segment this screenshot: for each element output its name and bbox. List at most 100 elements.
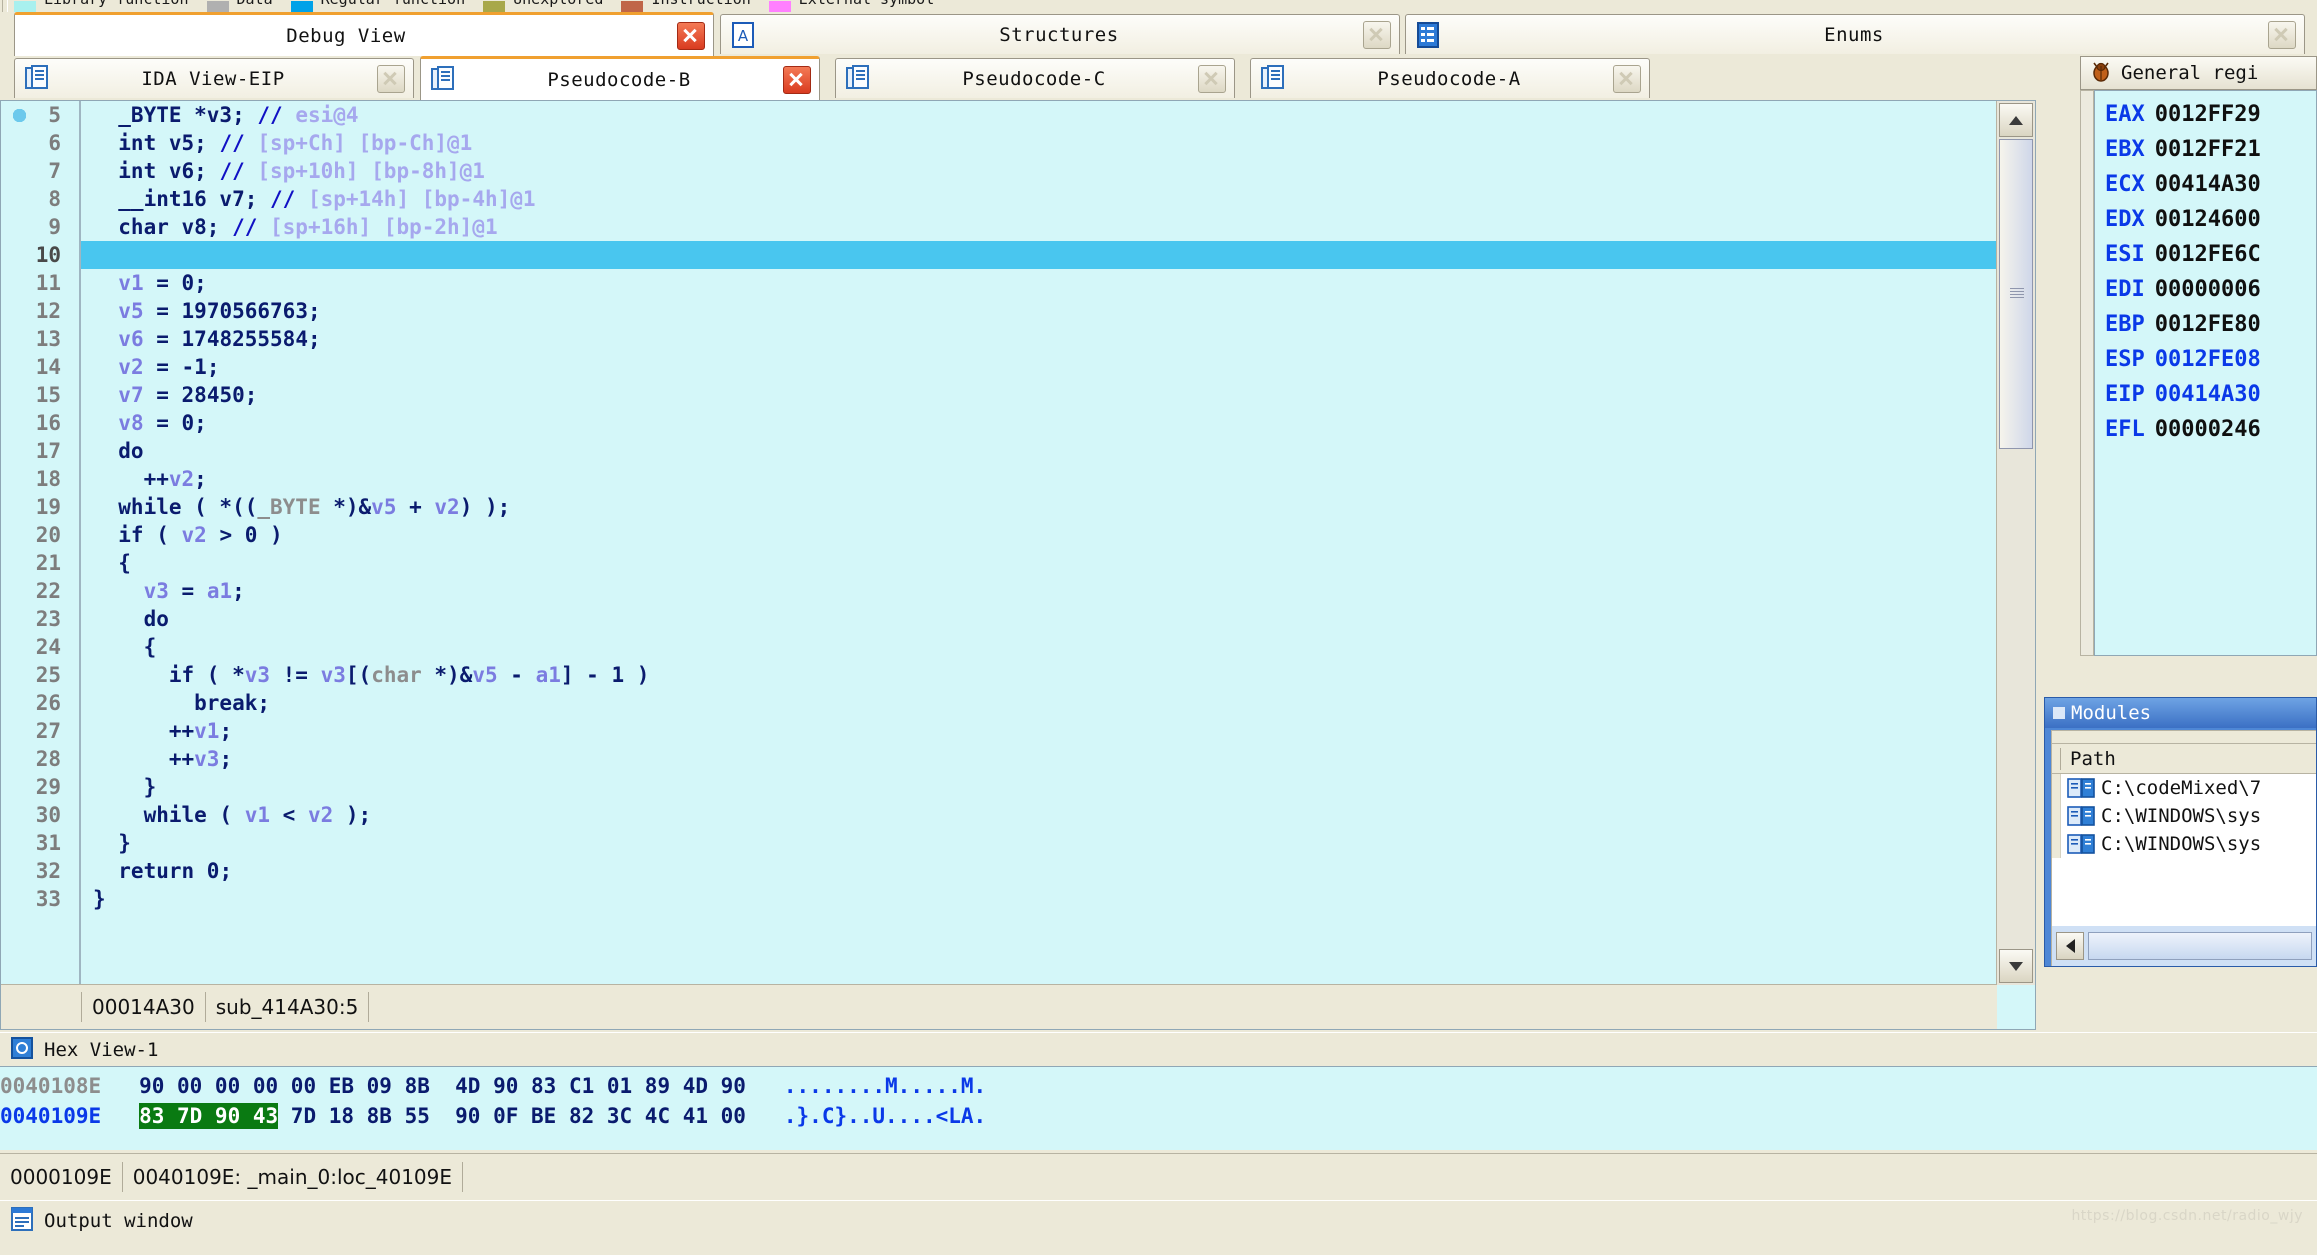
code-area[interactable]: 5 _BYTE *v3; // esi@4 6 int v5; // [sp+Ch… [1,101,1997,985]
register-row[interactable]: ECX 00414A30 [2105,167,2316,202]
code-line[interactable]: 29 } [1,773,1997,801]
code-line[interactable]: 15 v7 = 28450; [1,109,1997,409]
code-line[interactable]: 10 [1,241,1997,269]
tab-ida-view-eip[interactable]: IDA View-EIP [14,58,414,98]
register-value[interactable]: 0012FE08 [2155,347,2261,372]
scroll-up-icon[interactable] [1999,103,2033,137]
register-row[interactable]: ESP 0012FE08 [2105,342,2316,377]
register-value[interactable]: 0012FF21 [2155,137,2261,162]
close-icon[interactable] [377,64,405,93]
tab-structures[interactable]: A Structures [720,14,1400,54]
tab-pseudocode-b[interactable]: Pseudocode-B [420,56,820,100]
code-line[interactable]: 25 if ( *v3 != v3[(char *)&v5 - a1] - 1 … [1,109,1997,689]
close-icon[interactable] [1363,20,1391,49]
hex-row[interactable]: 0040108E 90 00 00 00 00 EB 09 8B 4D 90 8… [0,1071,2317,1101]
hex-view-title-bar[interactable]: Hex View-1 [0,1032,2317,1068]
code-line[interactable]: 20 if ( v2 > 0 ) [1,109,1997,549]
code-line[interactable]: 30 while ( v1 < v2 ); [1,109,1997,829]
code-line[interactable]: 7 int v6; // [sp+10h] [bp-8h]@1 [1,157,1997,185]
tab-pseudocode-c[interactable]: Pseudocode-C [835,58,1235,98]
output-window-title-bar[interactable]: Output window [0,1201,2317,1241]
code-line[interactable]: 17 do [1,437,1997,465]
hex-dump-area[interactable]: 0040108E 90 00 00 00 00 EB 09 8B 4D 90 8… [0,1066,2317,1150]
modules-column-header-path[interactable]: Path [2051,744,2316,774]
register-row[interactable]: EDX 00124600 [2105,202,2316,237]
close-icon[interactable] [1198,64,1226,93]
code-line[interactable]: 19 while ( *((_BYTE *)&v5 + v2) ); [1,109,1997,521]
register-row[interactable]: EBX 0012FF21 [2105,132,2316,167]
breakpoint-dot-icon[interactable] [13,109,26,122]
scroll-down-icon[interactable] [1999,949,2033,983]
scrollbar-thumb[interactable] [1999,139,2033,449]
code-line[interactable]: 32 return 0; [1,109,1997,885]
code-line[interactable]: 22 v3 = a1; [1,109,1997,605]
modules-toolbar[interactable] [2051,730,2316,744]
code-line[interactable]: 16 v8 = 0; [1,109,1997,437]
hex-address: 0040108E [0,1074,140,1098]
code-line[interactable]: 6 int v5; // [sp+Ch] [bp-Ch]@1 [1,129,1997,157]
register-value[interactable]: 00000246 [2155,417,2261,442]
register-row[interactable]: EFL 00000246 [2105,412,2316,447]
code-line[interactable]: 27 ++v1; [1,109,1997,745]
code-line[interactable]: 33} [1,109,1997,913]
modules-list[interactable]: C:\codeMixed\7 C:\WINDOWS\sys C:\WINDOWS\s… [2051,774,2316,926]
line-number: 24 [35,635,61,659]
hex-bytes[interactable]: 7D 18 8B 55 90 0F BE 82 3C 4C 41 00 [278,1104,784,1128]
tab-pseudocode-b-label: Pseudocode-B [547,68,691,91]
close-icon[interactable] [2268,20,2296,49]
hex-status-bar: 0000109E 0040109E: _main_0:loc_40109E [0,1153,2317,1200]
close-icon[interactable] [677,21,705,50]
register-row[interactable]: EDI 00000006 [2105,272,2316,307]
registers-title-bar[interactable]: General regi [2080,56,2317,90]
editor-vertical-scrollbar[interactable] [1996,101,2035,985]
hex-bytes[interactable]: 90 00 00 00 [139,1074,278,1098]
code-line[interactable]: 9 char v8; // [sp+16h] [bp-2h]@1 [1,213,1997,241]
hex-bytes-selected[interactable]: 83 7D 90 43 [139,1103,279,1129]
register-value[interactable]: 00000006 [2155,277,2261,302]
code-line[interactable]: 28 ++v3; [1,109,1997,773]
modules-row[interactable]: C:\codeMixed\7 [2052,774,2316,802]
tab-structures-label: Structures [999,23,1119,46]
hex-bytes[interactable]: 00 EB 09 8B 4D 90 83 C1 01 89 4D 90 [278,1074,784,1098]
tab-enums[interactable]: Enums [1405,14,2305,54]
code-line[interactable]: 11 v1 = 0; [1,109,1997,297]
register-value[interactable]: 00414A30 [2155,172,2261,197]
code-line[interactable]: 5 _BYTE *v3; // esi@4 [1,101,1997,129]
register-row[interactable]: EIP 00414A30 [2105,377,2316,412]
modules-row[interactable]: C:\WINDOWS\sys [2052,802,2316,830]
registers-left-scroll[interactable] [2080,90,2094,656]
register-value[interactable]: 00124600 [2155,207,2261,232]
pseudocode-editor[interactable]: 5 _BYTE *v3; // esi@4 6 int v5; // [sp+Ch… [0,100,2036,1030]
hex-row[interactable]: 0040109E 83 7D 90 43 7D 18 8B 55 90 0F B… [0,1101,2317,1131]
modules-horizontal-scrollbar[interactable] [2051,926,2316,966]
code-line[interactable]: 8 __int16 v7; // [sp+14h] [bp-4h]@1 [1,185,1997,213]
close-icon[interactable] [1613,64,1641,93]
register-row[interactable]: ESI 0012FE6C [2105,237,2316,272]
code-line[interactable]: 26 break; [1,109,1997,717]
register-row[interactable]: EBP 0012FE80 [2105,307,2316,342]
code-line[interactable]: 23 do [1,605,1997,633]
line-number: 32 [35,859,61,883]
code-line[interactable]: 18 ++v2; [1,109,1997,493]
code-line[interactable]: 31 } [1,829,1997,857]
code-line-text: v6 = 1748255584; [118,327,321,351]
modules-scroll-track[interactable] [2088,932,2312,960]
code-line[interactable]: 24 { [1,633,1997,661]
code-line[interactable]: 12 v5 = 1970566763; [1,109,1997,325]
register-value[interactable]: 0012FE80 [2155,312,2261,337]
close-icon[interactable] [783,65,811,94]
register-value[interactable]: 00414A30 [2155,382,2261,407]
tab-pseudocode-a-label: Pseudocode-A [1377,67,1521,90]
scroll-left-icon[interactable] [2056,932,2084,960]
modules-title-bar[interactable]: Modules [2045,698,2316,728]
line-number: 25 [35,663,61,687]
code-line[interactable]: 13 v6 = 1748255584; [1,109,1997,353]
tab-pseudocode-a[interactable]: Pseudocode-A [1250,58,1650,98]
register-row[interactable]: EAX 0012FF29 [2105,97,2316,132]
register-value[interactable]: 0012FE6C [2155,242,2261,267]
tab-debug-view[interactable]: Debug View [14,12,714,56]
modules-row[interactable]: C:\WINDOWS\sys [2052,830,2316,858]
code-line[interactable]: 21 { [1,549,1997,577]
register-value[interactable]: 0012FF29 [2155,102,2261,127]
code-line[interactable]: 14 v2 = -1; [1,109,1997,381]
